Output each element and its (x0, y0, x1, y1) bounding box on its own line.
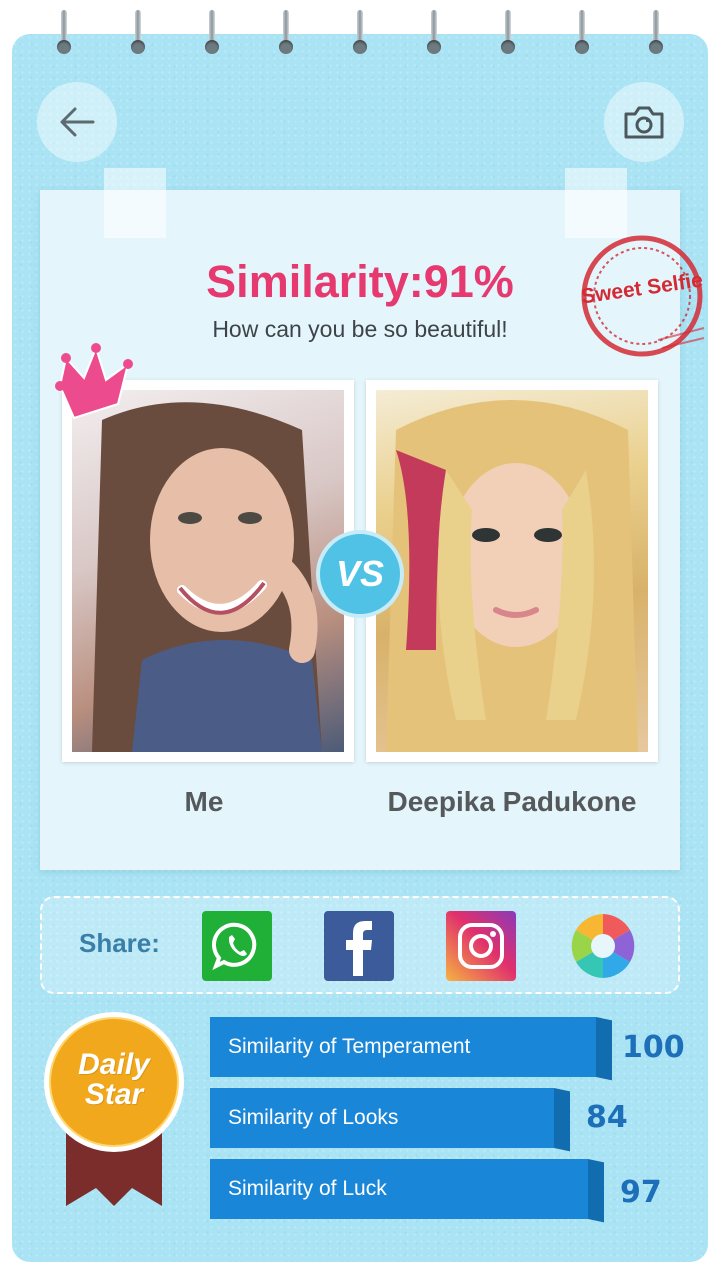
back-button[interactable] (37, 82, 117, 162)
my-photo-frame (62, 380, 354, 762)
stat-label: Similarity of Temperament (228, 1035, 471, 1058)
my-photo[interactable] (72, 390, 344, 752)
spiral-ring (649, 10, 663, 58)
badge-line-2: Star (84, 1078, 144, 1111)
stat-score-luck: 97 (620, 1175, 662, 1210)
stat-label: Similarity of Looks (228, 1106, 399, 1129)
stat-score-temperament: 100 (622, 1030, 685, 1065)
spiral-ring (57, 10, 71, 58)
stat-label: Similarity of Luck (228, 1177, 387, 1200)
my-name-label: Me (184, 786, 224, 817)
tape-decoration (565, 168, 627, 238)
share-facebook-button[interactable] (324, 911, 394, 981)
sweet-selfie-stamp: Sweet Selfie (578, 232, 706, 360)
stat-bar-looks: Similarity of Looks (210, 1088, 570, 1152)
crown-icon (55, 343, 133, 420)
aperture-icon (571, 914, 635, 978)
stat-score-looks: 84 (586, 1100, 628, 1135)
spiral-ring (575, 10, 589, 58)
stat-bar-luck: Similarity of Luck (210, 1159, 604, 1223)
share-gallery-button[interactable] (568, 911, 638, 981)
spiral-ring (427, 10, 441, 58)
share-label: Share: (79, 928, 160, 958)
daily-star-badge: Daily Star (42, 1010, 186, 1210)
celebrity-photo-frame (366, 380, 658, 762)
whatsapp-icon (212, 922, 257, 971)
spiral-ring (131, 10, 145, 58)
tape-decoration (104, 168, 166, 238)
arrow-left-icon (60, 107, 95, 137)
spiral-ring (353, 10, 367, 58)
badge-line-1: Daily (78, 1048, 150, 1081)
share-whatsapp-button[interactable] (202, 911, 272, 981)
celebrity-photo[interactable] (376, 390, 648, 752)
celebrity-name-label: Deepika Padukone (387, 786, 637, 817)
camera-button[interactable] (604, 82, 684, 162)
instagram-icon (458, 923, 504, 969)
vs-badge: VS (316, 530, 404, 618)
stat-bar-temperament: Similarity of Temperament (210, 1017, 612, 1081)
spiral-ring (205, 10, 219, 58)
camera-icon (624, 106, 664, 139)
spiral-ring (501, 10, 515, 58)
share-instagram-button[interactable] (446, 911, 516, 981)
facebook-icon (346, 921, 372, 976)
spiral-ring (279, 10, 293, 58)
